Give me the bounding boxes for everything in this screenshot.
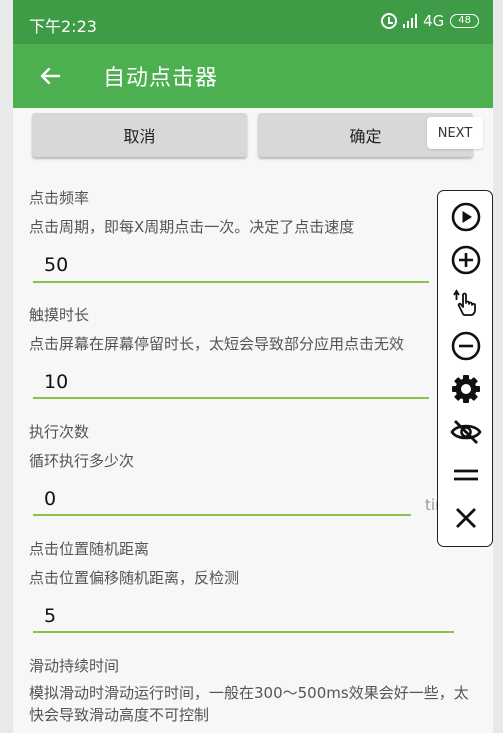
input-underline (33, 631, 454, 633)
network-type: 4G (423, 12, 445, 30)
setting-description: 循环执行多少次 (29, 452, 135, 470)
status-bar: 下午2:23 4G 48 (13, 0, 493, 44)
floating-control-panel (437, 190, 493, 547)
touch-duration-input[interactable]: 10 (44, 371, 68, 393)
cancel-button[interactable]: 取消 (32, 113, 247, 157)
setting-title: 点击频率 (29, 189, 90, 207)
battery-badge: 48 (450, 14, 479, 28)
page-title: 自动点击器 (103, 66, 219, 91)
random-offset-input[interactable]: 5 (44, 605, 56, 627)
setting-description: 点击屏幕在屏幕停留时长，太短会导致部分应用点击无效 (29, 335, 405, 353)
setting-title: 点击位置随机距离 (29, 540, 150, 558)
setting-title: 执行次数 (29, 423, 90, 441)
input-underline (33, 281, 429, 283)
app-window: 下午2:23 4G 48 自动点击器 取消 确定 点击频率 点击周期，即每X周期… (13, 0, 493, 733)
setting-title: 滑动持续时间 (29, 657, 120, 675)
add-icon[interactable] (450, 244, 482, 276)
back-arrow-icon[interactable] (35, 61, 65, 91)
settings-icon[interactable] (450, 373, 482, 405)
input-underline (33, 514, 411, 516)
next-button[interactable]: NEXT (427, 117, 483, 149)
background-left-edge (0, 0, 13, 733)
drag-handle-icon[interactable] (450, 459, 482, 491)
signal-icon (403, 14, 418, 28)
click-frequency-input[interactable]: 50 (44, 254, 68, 276)
setting-description: 点击位置偏移随机距离，反检测 (29, 569, 240, 587)
play-icon[interactable] (450, 201, 482, 233)
setting-description: 模拟滑动时滑动运行时间，一般在300～500ms效果会好一些，太快会导致滑动高度… (29, 684, 469, 724)
status-icons: 4G 48 (381, 12, 479, 30)
close-icon[interactable] (450, 502, 482, 534)
input-underline (33, 397, 429, 399)
setting-description: 点击周期，即每X周期点击一次。决定了点击速度 (29, 218, 355, 236)
background-right-edge (493, 0, 503, 733)
app-bar: 自动点击器 (13, 44, 493, 108)
alarm-icon (381, 13, 398, 29)
hide-icon[interactable] (450, 416, 482, 448)
status-time: 下午2:23 (29, 17, 97, 36)
remove-icon[interactable] (450, 330, 482, 362)
repeat-count-input[interactable]: 0 (44, 488, 56, 510)
touch-icon[interactable] (450, 287, 482, 319)
setting-title: 触摸时长 (29, 306, 90, 324)
